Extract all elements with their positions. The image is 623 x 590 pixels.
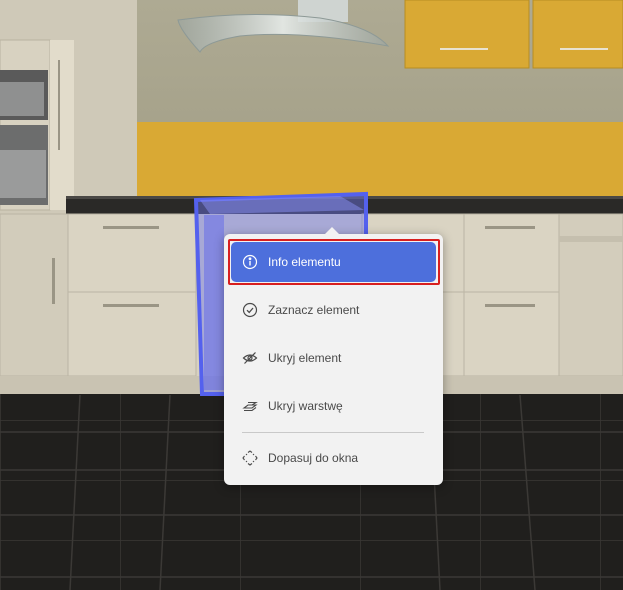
info-icon [242, 254, 258, 270]
tall-cabinet-left [0, 0, 137, 215]
menu-item-fit-to-window[interactable]: Dopasuj do okna [231, 438, 436, 478]
context-menu-caret [325, 227, 339, 234]
menu-item-label: Zaznacz element [268, 303, 360, 317]
menu-item-info-element[interactable]: Info elementu [231, 242, 436, 282]
fit-window-icon [242, 450, 258, 466]
menu-item-hide-element[interactable]: Ukryj element [231, 338, 436, 378]
layers-icon [242, 398, 258, 414]
menu-item-hide-layer[interactable]: Ukryj warstwę [231, 386, 436, 426]
menu-item-label: Info elementu [268, 255, 341, 269]
menu-item-label: Dopasuj do okna [268, 451, 359, 465]
upper-cabinets [404, 0, 623, 69]
menu-item-select-element[interactable]: Zaznacz element [231, 290, 436, 330]
check-circle-icon [242, 302, 258, 318]
context-menu: Info elementu Zaznacz element Ukryj elem… [224, 227, 443, 485]
menu-item-label: Ukryj warstwę [268, 399, 343, 413]
backsplash [137, 122, 623, 197]
menu-divider [242, 432, 424, 433]
menu-item-label: Ukryj element [268, 351, 342, 365]
eye-off-icon [242, 350, 258, 366]
